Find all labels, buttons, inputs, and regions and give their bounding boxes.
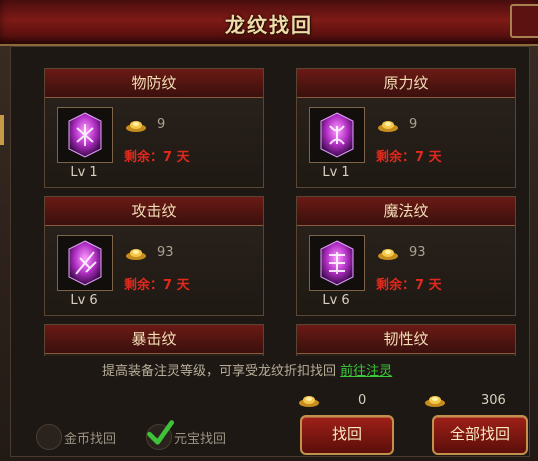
gold-ingot-icon (378, 249, 398, 260)
gold-retrieve-radio[interactable] (36, 424, 62, 450)
title-bar: 龙纹找回 (0, 0, 538, 46)
rune-card: 暴击纹 (44, 324, 264, 356)
rune-card: 韧性纹 (296, 324, 516, 356)
rune-level: Lv 1 (70, 165, 98, 180)
rune-cost: 93 (409, 245, 426, 260)
rune-card: 攻击纹 Lv 6 93 剩余：7 天 (44, 196, 264, 316)
rune-remaining: 剩余：7 天 (124, 150, 190, 165)
rune-cost: 9 (157, 117, 166, 132)
gold-total: 0 (358, 393, 367, 408)
goto-infuse-link[interactable]: 前往注灵 (340, 364, 392, 379)
ingot-retrieve-label: 元宝找回 (174, 432, 227, 447)
rune-list[interactable]: 物防纹 Lv 1 9 剩余：7 天 原力纹 Lv 1 9 剩余：7 天 攻击纹 … (40, 68, 520, 356)
rune-remaining: 剩余：7 天 (376, 278, 442, 293)
checkmark-icon (147, 420, 174, 445)
rune-card-title: 攻击纹 (45, 197, 263, 226)
close-button[interactable] (510, 4, 538, 38)
rune-level: Lv 6 (70, 293, 98, 308)
dialog-window: 龙纹找回 物防纹 Lv 1 9 剩余：7 天 原力纹 Lv 1 9 剩余：7 天… (0, 0, 538, 461)
gold-ingot-icon (126, 121, 146, 132)
rune-remaining: 剩余：7 天 (124, 278, 190, 293)
rune-card-title: 原力纹 (297, 69, 515, 98)
gold-ingot-icon (378, 121, 398, 132)
gold-ingot-icon (126, 249, 146, 260)
ingot-total: 306 (481, 393, 506, 408)
window-title: 龙纹找回 (225, 13, 313, 37)
rune-card-title: 魔法纹 (297, 197, 515, 226)
gold-ingot-icon (425, 396, 445, 407)
ingot-retrieve-radio[interactable] (146, 420, 174, 450)
attack-rune-icon[interactable] (57, 235, 113, 291)
magic-rune-icon[interactable] (309, 235, 365, 291)
side-tab-indicator (0, 115, 4, 145)
rune-card: 物防纹 Lv 1 9 剩余：7 天 (44, 68, 264, 188)
hint-text: 提高装备注灵等级，可享受龙纹折扣找回 (102, 364, 337, 379)
rune-card: 魔法纹 Lv 6 93 剩余：7 天 (296, 196, 516, 316)
rune-level: Lv 6 (322, 293, 350, 308)
rune-level: Lv 1 (322, 165, 350, 180)
rune-card-title: 暴击纹 (45, 325, 263, 354)
rune-cost: 93 (157, 245, 174, 260)
discount-hint: 提高装备注灵等级，可享受龙纹折扣找回 前往注灵 (102, 360, 392, 379)
rune-cost: 9 (409, 117, 418, 132)
retrieve-all-button[interactable]: 全部找回 (432, 415, 528, 455)
gold-retrieve-label: 金币找回 (64, 432, 117, 447)
rune-card-title: 物防纹 (45, 69, 263, 98)
force-rune-icon[interactable] (309, 107, 365, 163)
defense-rune-icon[interactable] (57, 107, 113, 163)
rune-card: 原力纹 Lv 1 9 剩余：7 天 (296, 68, 516, 188)
retrieve-button[interactable]: 找回 (300, 415, 394, 455)
rune-card-title: 韧性纹 (297, 325, 515, 354)
rune-remaining: 剩余：7 天 (376, 150, 442, 165)
gold-ingot-icon (299, 396, 319, 407)
